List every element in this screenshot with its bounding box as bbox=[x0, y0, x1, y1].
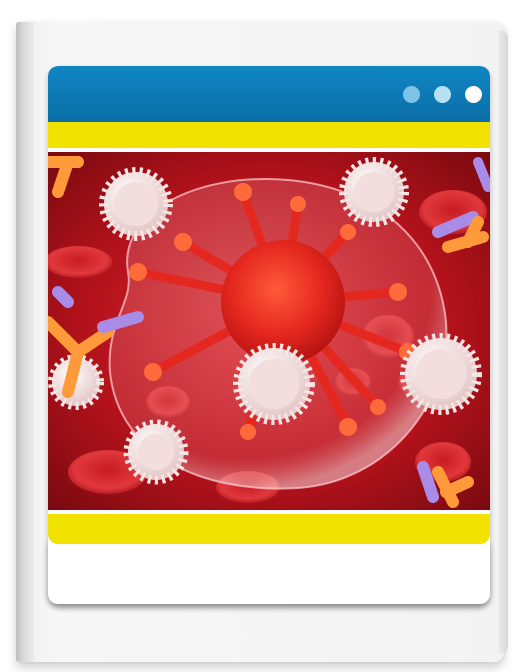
top-yellow-band bbox=[48, 122, 490, 152]
book-edge bbox=[498, 30, 508, 654]
virus-illustration bbox=[48, 152, 490, 510]
bottom-yellow-band bbox=[48, 510, 490, 544]
window-titlebar bbox=[48, 66, 490, 122]
window-dot-icon[interactable] bbox=[434, 86, 451, 103]
window-dot-icon[interactable] bbox=[465, 86, 482, 103]
browser-window bbox=[48, 66, 490, 604]
window-controls bbox=[403, 86, 482, 103]
window-dot-icon[interactable] bbox=[403, 86, 420, 103]
book-spine bbox=[16, 22, 34, 662]
